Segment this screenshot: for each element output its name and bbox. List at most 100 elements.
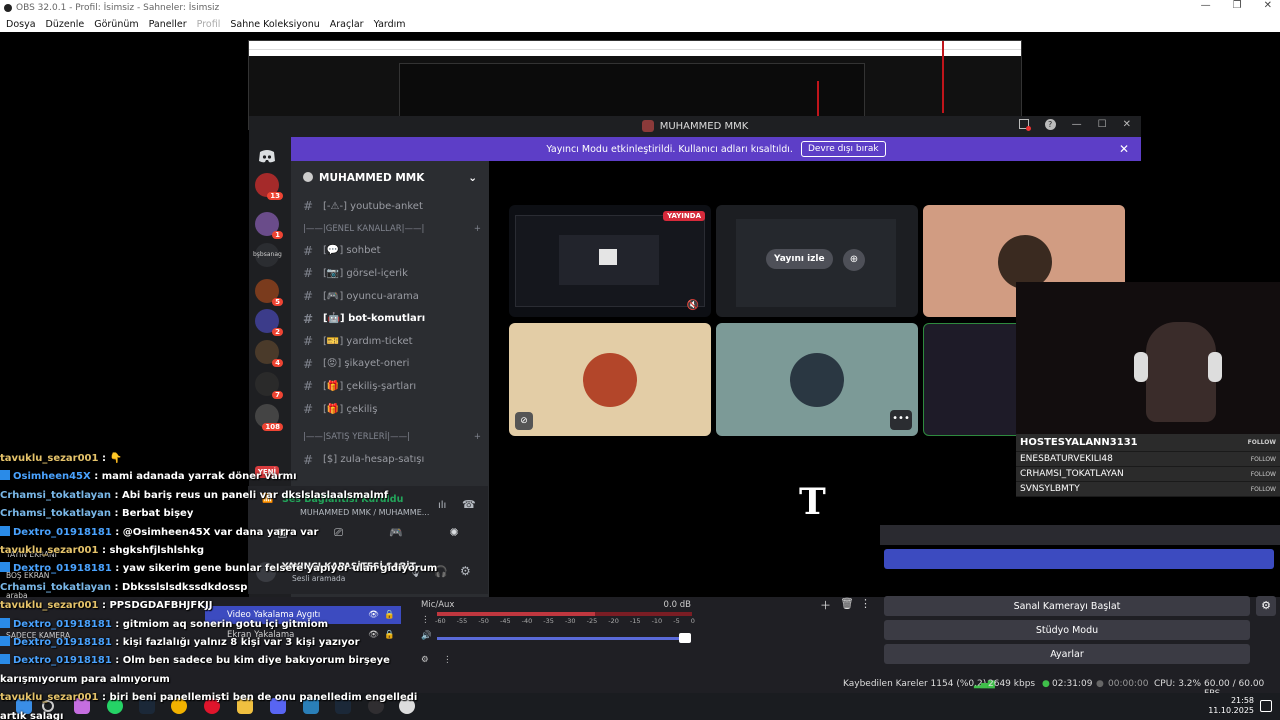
channel-label: [😡] şikayet-oneri <box>323 358 410 370</box>
close-banner-icon[interactable]: ✕ <box>1119 142 1129 156</box>
unread-badge: 13 <box>267 192 283 200</box>
menu-help[interactable]: Yardım <box>374 19 406 30</box>
server-icon[interactable]: 4 <box>255 340 283 367</box>
chevron-down-icon[interactable]: ⌄ <box>468 172 477 184</box>
settings-button[interactable]: Ayarlar <box>884 644 1250 664</box>
system-tray-clock[interactable]: 21:58 11.10.2025 <box>1208 696 1254 716</box>
server-icon[interactable]: 5 <box>255 279 283 306</box>
category-genel[interactable]: |——|GENEL KANALLAR|——| + <box>291 218 489 240</box>
user-tile-3[interactable]: ••• <box>716 323 918 436</box>
stream-preview-tile[interactable]: Yayını izle ⊕ <box>716 205 918 317</box>
menu-view[interactable]: Görünüm <box>94 19 138 30</box>
notification-icon[interactable] <box>1260 700 1272 712</box>
chat-message: Dextro_01918181 : yaw sikerim gene bunla… <box>0 560 437 578</box>
speaker-icon[interactable]: 🔊 <box>421 631 432 641</box>
streamer-mode-banner: Yayıncı Modu etkinleştirildi. Kullanıcı … <box>291 137 1141 161</box>
server-name: MUHAMMED MMK <box>319 172 425 184</box>
cpu-usage: CPU: 3.2% <box>1154 679 1202 689</box>
chat-username: tavuklu_sezar001 <box>0 545 99 557</box>
channel-item[interactable]: # [🎫] yardım-ticket <box>291 330 489 353</box>
minimize-button[interactable]: — <box>1201 0 1211 11</box>
server-icon[interactable]: 108 <box>255 404 283 431</box>
add-icon[interactable]: ＋ <box>820 597 831 613</box>
settings-gear-icon[interactable]: ⚙ <box>460 564 471 578</box>
volume-slider[interactable] <box>437 637 687 640</box>
hash-icon: # <box>303 311 314 326</box>
menu-tools[interactable]: Araçlar <box>330 19 364 30</box>
virtual-camera-button[interactable]: Sanal Kamerayı Başlat <box>884 596 1250 616</box>
server-icon[interactable]: 13 <box>255 173 283 200</box>
mixer-tick-label: -60 <box>435 617 446 625</box>
chat-text: karışmıyorum para almıyorum <box>0 673 170 685</box>
close-button[interactable]: ✕ <box>1264 0 1272 11</box>
channel-item[interactable]: # [📷] görsel-içerik <box>291 262 489 285</box>
chat-message: Crhamsi_tokatlayan : Dbksslslsdkssdkdoss… <box>0 581 248 593</box>
chat-message: Crhamsi_tokatlayan : Abi bariş reus un p… <box>0 489 389 501</box>
server-icon[interactable]: 2 <box>255 309 283 336</box>
close-icon[interactable]: ✕ <box>1123 119 1131 130</box>
chat-text: kişi fazlalığı yalnız 8 kişi var 3 kişi … <box>122 637 360 649</box>
trash-icon[interactable]: 🗑 <box>840 597 854 610</box>
server-icon[interactable]: 7 <box>255 372 283 399</box>
menu-file[interactable]: Dosya <box>6 19 36 30</box>
volume-muted-icon[interactable]: 🔇 <box>687 300 699 311</box>
channel-label: [-⚠-] youtube-anket <box>323 200 423 212</box>
disconnect-icon[interactable]: ☎ <box>462 498 476 511</box>
channel-item[interactable]: # [🎮] oyuncu-arama <box>291 285 489 308</box>
watch-stream-button[interactable]: Yayını izle <box>766 249 833 269</box>
more-options-icon[interactable]: ••• <box>890 410 912 430</box>
channel-item[interactable]: # [😡] şikayet-oneri <box>291 353 489 376</box>
more-icon[interactable]: ⋮ <box>860 597 871 610</box>
server-icon[interactable]: bşbsanag <box>253 243 282 267</box>
user-tile-2[interactable]: ⊘ <box>509 323 711 436</box>
menu-scene-collection[interactable]: Sahne Koleksiyonu <box>230 19 319 30</box>
channel-item[interactable]: # [🎁] çekiliş-şartları <box>291 375 489 398</box>
noise-suppression-icon[interactable]: ılı <box>438 500 446 511</box>
studio-mode-button[interactable]: Stüdyo Modu <box>884 620 1250 640</box>
discord-home-icon[interactable] <box>255 144 279 168</box>
category-satis[interactable]: |——|SATIŞ YERLERİ|——| + <box>291 426 489 448</box>
maximize-icon[interactable]: ☐ <box>1098 119 1107 130</box>
menu-edit[interactable]: Düzenle <box>46 19 85 30</box>
inbox-icon[interactable] <box>1018 119 1031 131</box>
stream-t-icon: T <box>799 481 826 523</box>
clock-time: 21:58 <box>1230 696 1254 705</box>
stream-tile[interactable]: YAYINDA 🔇 <box>509 205 711 317</box>
mixer-tick-label: 0 <box>690 617 695 625</box>
chat-username: tavuklu_sezar001 <box>0 600 99 612</box>
add-channel-icon[interactable]: + <box>474 224 481 234</box>
volume-slider-handle[interactable] <box>679 633 691 643</box>
restore-button[interactable]: ❐ <box>1233 0 1242 11</box>
channel-item[interactable]: # [🎁] çekiliş <box>291 398 489 421</box>
platform-icon <box>0 617 10 628</box>
user-avatar <box>998 235 1052 289</box>
channel-item[interactable]: # [💬] sohbet <box>291 240 489 263</box>
server-header[interactable]: MUHAMMED MMK ⌄ <box>291 161 489 195</box>
virtual-camera-settings-icon[interactable]: ⚙ <box>1256 596 1276 616</box>
mixer-menu-icon[interactable]: ⋮ <box>421 615 430 625</box>
mixer-tick-label: -55 <box>456 617 468 625</box>
add-channel-icon[interactable]: + <box>474 432 481 442</box>
help-icon[interactable]: ? <box>1044 119 1056 130</box>
soundboard-icon[interactable]: ✺ <box>450 526 459 546</box>
chat-text: biri beni panellemişti ben de onu panell… <box>109 692 418 704</box>
disable-streamer-mode-button[interactable]: Devre dışı bırak <box>800 141 886 157</box>
menu-docks[interactable]: Paneller <box>149 19 187 30</box>
advanced-audio-icon[interactable]: ⚙ <box>421 655 429 665</box>
chat-text: PPSDGDAFBHJFKJJ <box>109 600 213 612</box>
audio-mixer: Mic/Aux 0.0 dB -60 -55 -50 -45 -40 -35 -30 -25-… <box>415 597 697 675</box>
chat-message: artık salagı <box>0 708 420 720</box>
chat-message: tavuklu_sezar001 : biri beni panellemişt… <box>0 692 418 704</box>
channel-youtube-anket[interactable]: # [-⚠-] youtube-anket <box>291 195 489 218</box>
follower-name: CRHAMSI_TOKATLAYAN <box>1020 469 1124 479</box>
channel-item[interactable]: # [🤖] bot-komutları <box>291 307 489 330</box>
obs-window-title: OBS 32.0.1 - Profil: İsimsiz - Sahneler:… <box>16 3 220 13</box>
server-icon[interactable]: 1 <box>255 212 283 239</box>
start-streaming-button[interactable] <box>884 549 1274 569</box>
minimize-icon[interactable]: — <box>1072 119 1082 130</box>
menu-profile[interactable]: Profil <box>197 19 221 30</box>
mixer-more-icon[interactable]: ⋮ <box>443 655 452 665</box>
popout-icon[interactable]: ⊕ <box>843 249 865 271</box>
chat-text: Berbat bişey <box>122 508 194 520</box>
chat-username: Dextro_01918181 <box>13 655 112 667</box>
